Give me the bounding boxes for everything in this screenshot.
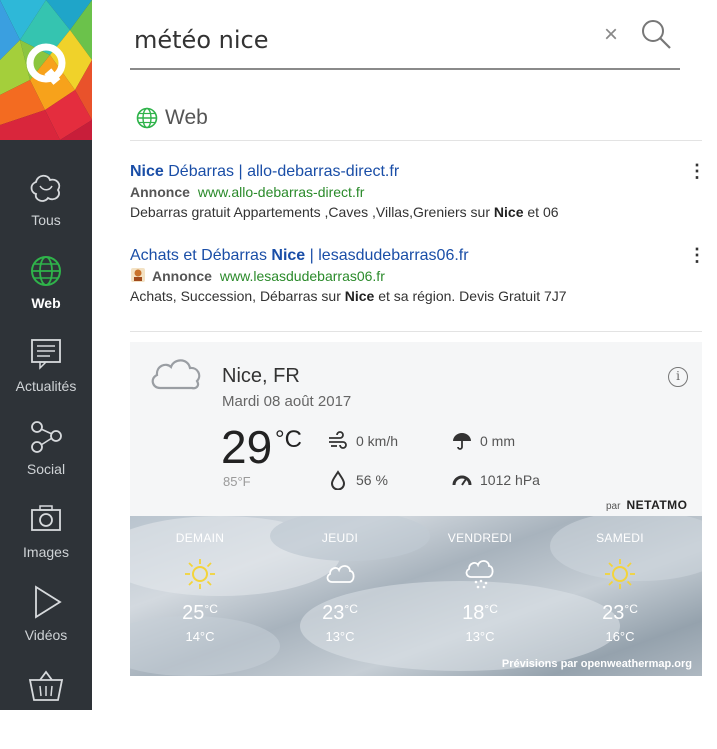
sidebar-item-label: Images xyxy=(23,544,69,560)
ad-url[interactable]: www.lesasdudebarras06.fr xyxy=(220,268,385,284)
weather-current: Nice, FR Mardi 08 août 2017 i 29 °C 85°F… xyxy=(130,342,702,516)
play-icon xyxy=(35,585,62,619)
temperature-fahrenheit: 85°F xyxy=(223,474,251,489)
forecast-day: SAMEDI 23°C 16°C xyxy=(596,531,644,644)
forecast-credit[interactable]: Prévisions par openweathermap.org xyxy=(502,658,692,670)
more-options-icon[interactable]: ⋮ xyxy=(688,246,706,264)
wind-icon xyxy=(329,431,347,449)
sidebar-item-label: Tous xyxy=(31,212,61,228)
sidebar-item-label: Actualités xyxy=(15,378,77,394)
ad-description: Debarras gratuit Appartements ,Caves ,Vi… xyxy=(130,204,559,220)
ad-result: Nice Débarras | allo-debarras-direct.fr … xyxy=(130,162,706,222)
clear-search-button[interactable]: × xyxy=(604,23,618,47)
forecast-day: VENDREDI 18°C 13°C xyxy=(447,531,513,644)
sidebar-item-shopping[interactable] xyxy=(0,666,92,749)
forecast-day: JEUDI 23°C 13°C xyxy=(321,531,359,644)
site-favicon xyxy=(131,268,145,282)
section-title: Web xyxy=(165,106,208,129)
forecast-day: DEMAIN 25°C 14°C xyxy=(175,531,225,644)
sidebar-item-label: Web xyxy=(31,295,61,311)
qwant-logo[interactable] xyxy=(0,0,92,140)
weather-provider: par NETATMO xyxy=(606,498,688,512)
ad-badge: Annonce xyxy=(130,184,190,200)
weather-forecast: DEMAIN 25°C 14°C JEUDI 23°C 13°C VENDRED… xyxy=(130,516,702,676)
temperature-unit: °C xyxy=(275,426,302,453)
sun-icon xyxy=(185,559,215,589)
sidebar-item-actualites[interactable]: Actualités xyxy=(0,334,92,417)
sidebar-item-videos[interactable]: Vidéos xyxy=(0,583,92,666)
cloud-icon xyxy=(326,565,355,583)
umbrella-icon xyxy=(453,433,471,450)
news-icon xyxy=(31,339,61,370)
basket-icon xyxy=(28,670,64,701)
weather-widget: Nice, FR Mardi 08 août 2017 i 29 °C 85°F… xyxy=(130,342,702,676)
globe-icon xyxy=(31,256,61,286)
sidebar-item-label: Vidéos xyxy=(24,627,68,643)
camera-icon xyxy=(31,505,61,531)
ad-result: Achats et Débarras Nice | lesasdudebarra… xyxy=(130,246,706,306)
sidebar: Tous Web Actualités Social Images Vidéos xyxy=(0,0,92,710)
ad-title-link[interactable]: Nice Débarras | allo-debarras-direct.fr xyxy=(130,162,702,182)
sidebar-item-label: Social xyxy=(26,461,66,477)
current-temperature: 29 xyxy=(221,421,273,473)
divider xyxy=(130,331,702,332)
main-content: × Web Nice Débarras | allo-debarras-dire… xyxy=(92,0,717,710)
ad-title-link[interactable]: Achats et Débarras Nice | lesasdudebarra… xyxy=(130,246,702,266)
snow-cloud-icon xyxy=(465,560,494,589)
divider xyxy=(130,140,702,141)
weather-date: Mardi 08 août 2017 xyxy=(222,393,352,410)
weather-city: Nice, FR xyxy=(222,365,300,387)
info-icon[interactable]: i xyxy=(668,367,688,387)
search-input[interactable] xyxy=(134,20,584,60)
search-icon[interactable] xyxy=(640,18,672,50)
sun-icon xyxy=(605,559,635,589)
ad-url[interactable]: www.allo-debarras-direct.fr xyxy=(198,184,365,200)
search-bar: × xyxy=(130,14,680,70)
globe-icon xyxy=(136,107,158,129)
all-icon xyxy=(30,174,61,202)
sidebar-item-social[interactable]: Social xyxy=(0,417,92,500)
sidebar-item-tous[interactable]: Tous xyxy=(0,168,92,251)
drop-icon xyxy=(330,470,346,490)
ad-badge: Annonce xyxy=(152,268,212,284)
share-icon xyxy=(31,421,62,453)
sidebar-item-images[interactable]: Images xyxy=(0,500,92,583)
cloud-icon xyxy=(151,359,201,390)
gauge-icon xyxy=(452,475,472,486)
sidebar-item-web[interactable]: Web xyxy=(0,251,92,334)
more-options-icon[interactable]: ⋮ xyxy=(688,162,706,180)
ad-description: Achats, Succession, Débarras sur Nice et… xyxy=(130,288,567,304)
